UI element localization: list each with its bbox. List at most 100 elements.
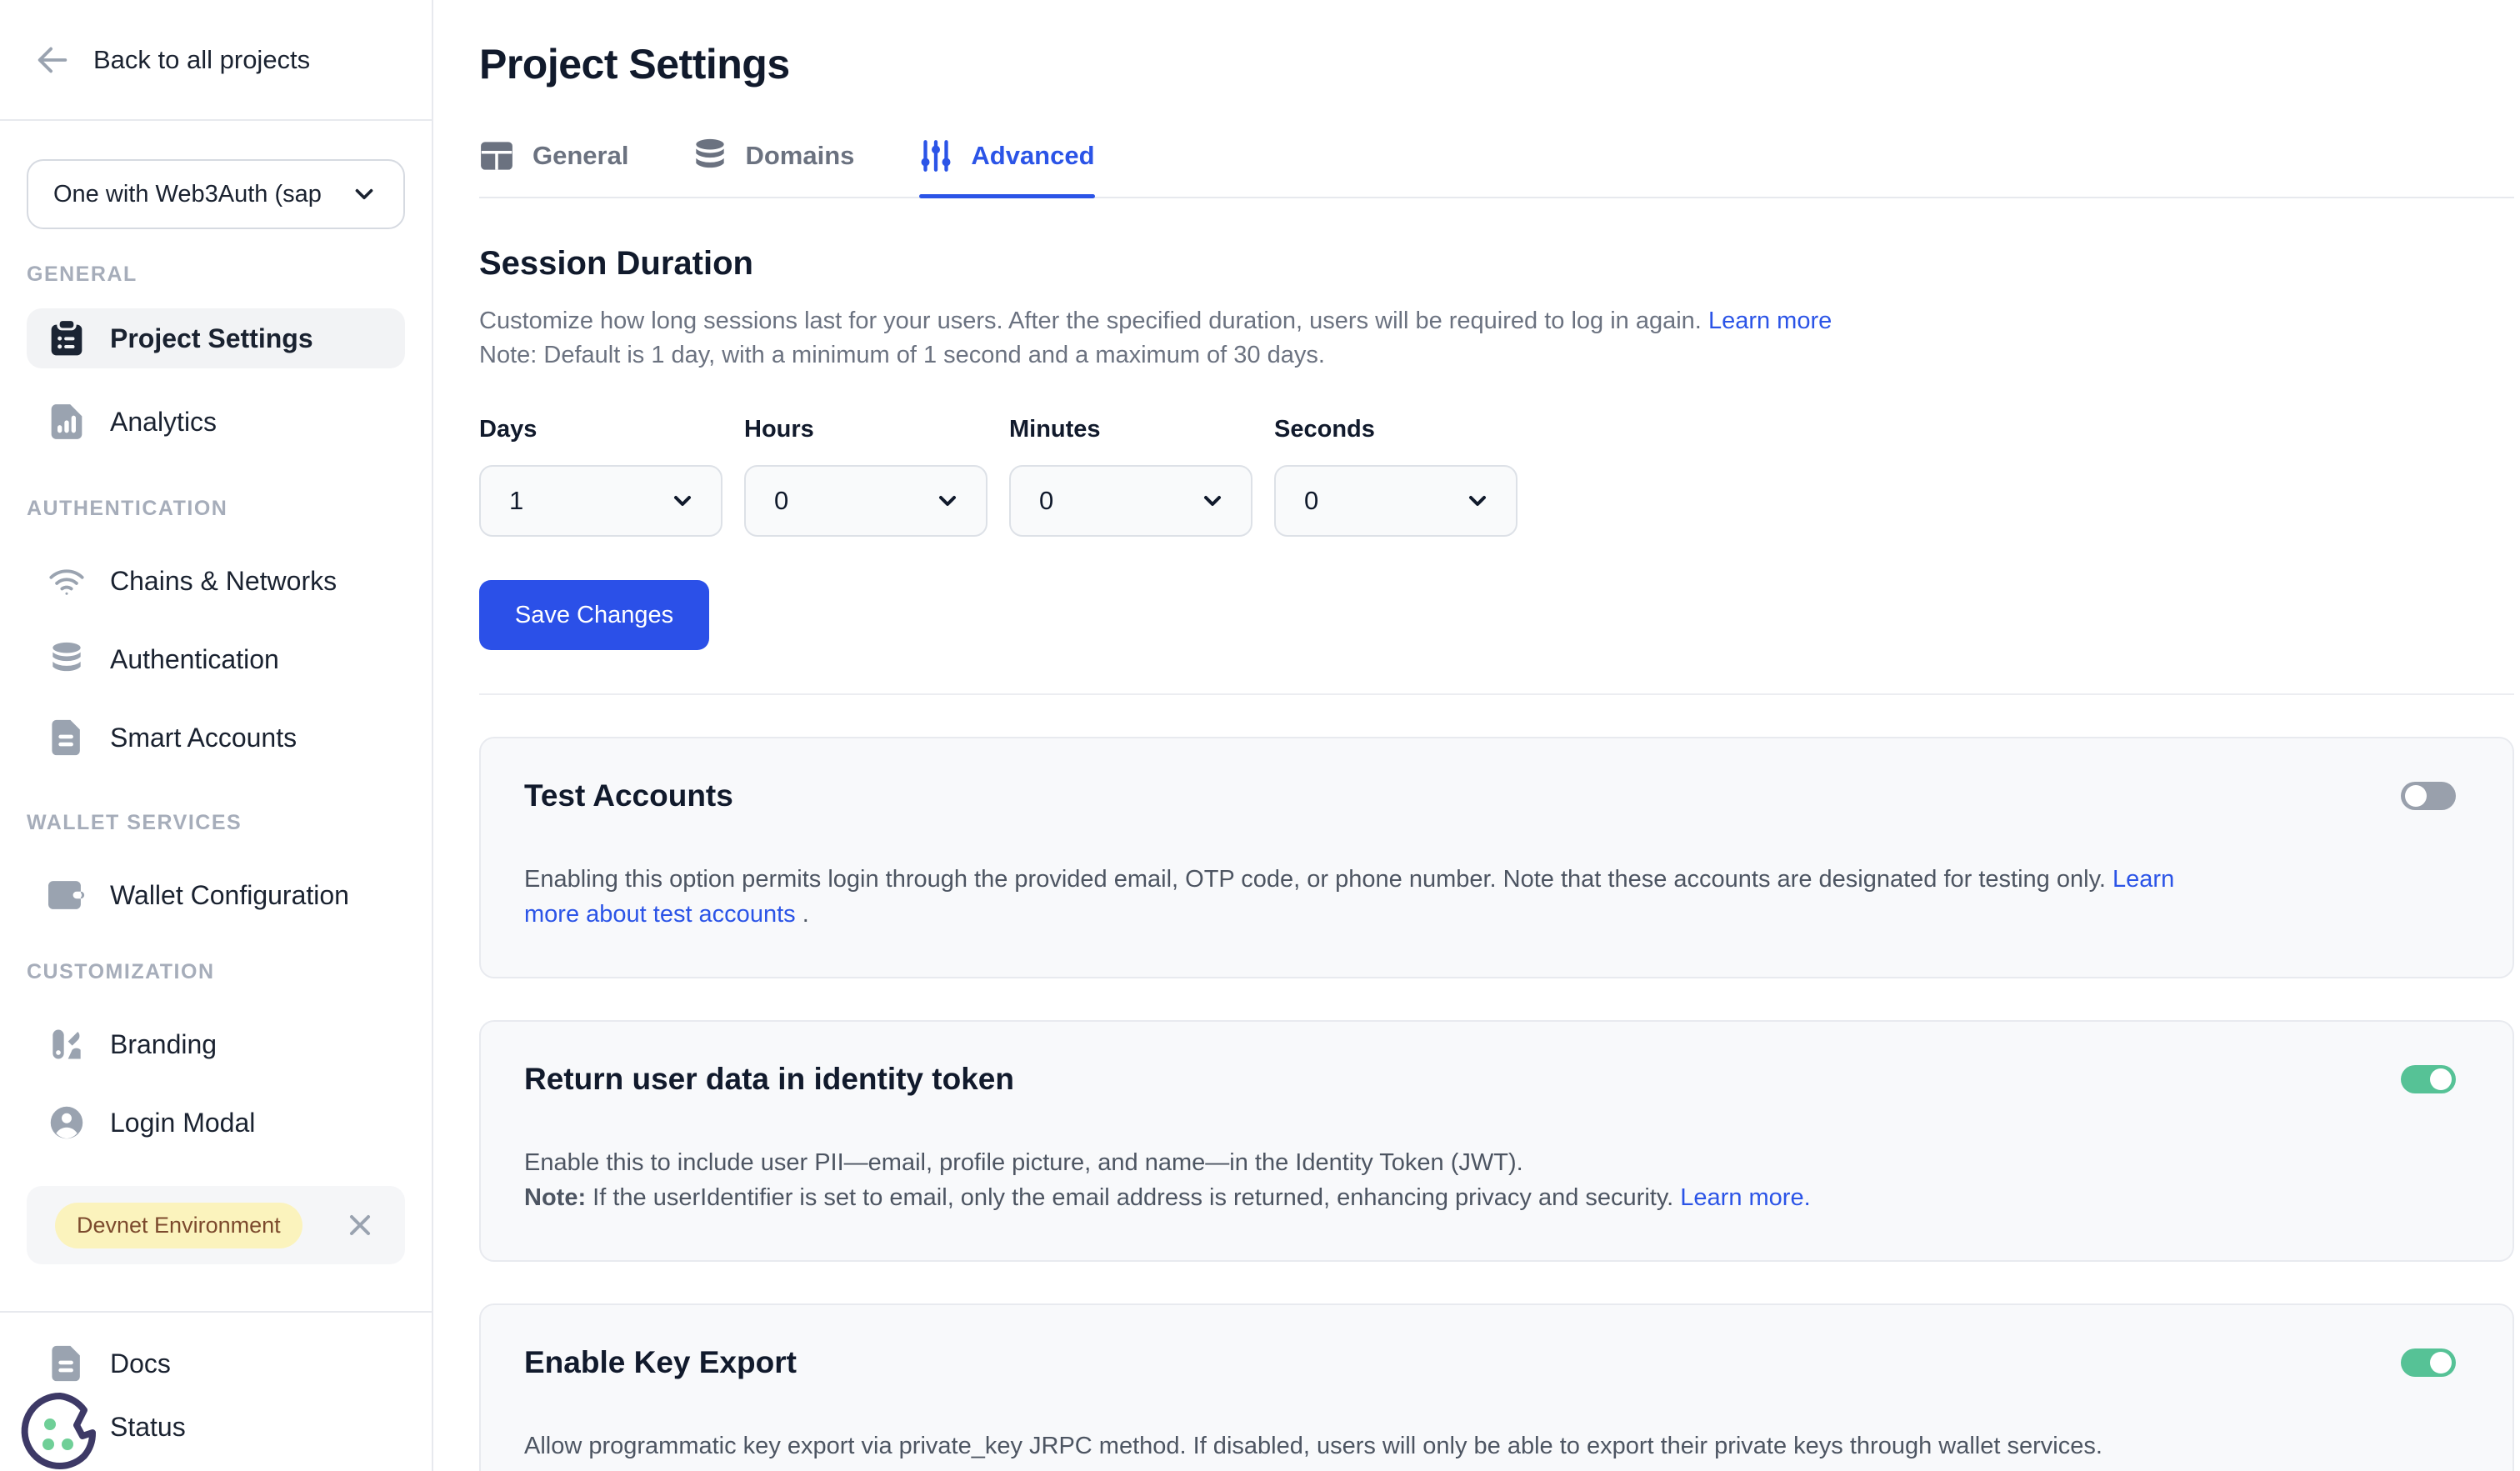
status-label: Status bbox=[110, 1412, 186, 1443]
user-circle-icon bbox=[48, 1105, 85, 1140]
sidebar-item-authentication[interactable]: Authentication bbox=[27, 629, 405, 689]
identity-token-toggle[interactable] bbox=[2401, 1065, 2456, 1093]
test-accounts-toggle[interactable] bbox=[2401, 782, 2456, 810]
seconds-field: Seconds 0 bbox=[1274, 416, 1518, 537]
minutes-value: 0 bbox=[1039, 486, 1053, 516]
toggle-knob bbox=[2405, 785, 2427, 807]
chevron-down-icon bbox=[934, 488, 961, 514]
tab-advanced[interactable]: Advanced bbox=[919, 138, 1094, 197]
minutes-select[interactable]: 0 bbox=[1009, 465, 1252, 537]
seconds-label: Seconds bbox=[1274, 416, 1518, 443]
sidebar-item-branding[interactable]: Branding bbox=[27, 1014, 405, 1074]
identity-token-title: Return user data in identity token bbox=[524, 1062, 1014, 1097]
session-duration-description: Customize how long sessions last for you… bbox=[479, 304, 2514, 373]
section-label-authentication: AUTHENTICATION bbox=[27, 497, 405, 521]
docs-link[interactable]: Docs bbox=[27, 1336, 405, 1391]
identity-token-description: Enable this to include user PII—email, p… bbox=[524, 1145, 2191, 1215]
seconds-select[interactable]: 0 bbox=[1274, 465, 1518, 537]
sidebar-item-label: Chains & Networks bbox=[110, 566, 337, 597]
clipboard-icon bbox=[48, 320, 85, 357]
sidebar-item-label: Login Modal bbox=[110, 1108, 255, 1138]
sidebar-item-label: Branding bbox=[110, 1029, 217, 1060]
sliders-icon bbox=[919, 138, 952, 173]
identity-token-learn-more-link[interactable]: Learn more. bbox=[1680, 1184, 1810, 1211]
section-label-customization: CUSTOMIZATION bbox=[27, 960, 405, 984]
tab-label: Advanced bbox=[971, 141, 1094, 171]
sidebar-item-login-modal[interactable]: Login Modal bbox=[27, 1093, 405, 1153]
section-label-general: GENERAL bbox=[27, 263, 405, 287]
days-select[interactable]: 1 bbox=[479, 465, 722, 537]
project-selector[interactable]: One with Web3Auth (sap bbox=[27, 159, 405, 229]
sidebar-item-label: Smart Accounts bbox=[110, 723, 297, 753]
sidebar-item-label: Authentication bbox=[110, 644, 279, 675]
app-window: Back to all projects One with Web3Auth (… bbox=[0, 0, 2520, 1471]
sidebar-item-label: Analytics bbox=[110, 407, 217, 438]
hours-value: 0 bbox=[774, 486, 788, 516]
wallet-icon bbox=[48, 879, 85, 911]
description-text: If the userIdentifier is set to email, o… bbox=[586, 1184, 1680, 1211]
tab-label: Domains bbox=[745, 141, 854, 171]
toggle-knob bbox=[2430, 1352, 2452, 1373]
main-content: Project Settings General Domains bbox=[433, 0, 2520, 1471]
key-export-toggle[interactable] bbox=[2401, 1348, 2456, 1377]
status-link[interactable]: Status bbox=[27, 1391, 405, 1463]
description-text: Allow programmatic key export via privat… bbox=[524, 1433, 2102, 1459]
key-export-card: Enable Key Export Allow programmatic key… bbox=[479, 1303, 2514, 1471]
session-description-text: Customize how long sessions last for you… bbox=[479, 308, 1702, 334]
page-title: Project Settings bbox=[479, 40, 2514, 88]
key-export-learn-more-link[interactable]: Learn more about key export. bbox=[524, 1468, 840, 1471]
file-icon bbox=[48, 719, 85, 756]
environment-banner: Devnet Environment bbox=[27, 1186, 405, 1264]
days-field: Days 1 bbox=[479, 416, 722, 537]
session-duration-title: Session Duration bbox=[479, 245, 2514, 283]
save-changes-button[interactable]: Save Changes bbox=[479, 580, 709, 650]
minutes-field: Minutes 0 bbox=[1009, 416, 1252, 537]
divider bbox=[479, 693, 2514, 695]
seconds-value: 0 bbox=[1304, 486, 1318, 516]
database-icon bbox=[48, 642, 85, 677]
key-export-title: Enable Key Export bbox=[524, 1345, 797, 1380]
arrow-left-icon bbox=[33, 41, 72, 79]
sidebar-item-chains-networks[interactable]: Chains & Networks bbox=[27, 551, 405, 611]
sidebar-item-label: Wallet Configuration bbox=[110, 880, 349, 911]
back-label: Back to all projects bbox=[93, 45, 310, 75]
grid-icon bbox=[479, 138, 514, 173]
description-text: Enabling this option permits login throu… bbox=[524, 866, 2112, 893]
sidebar-item-wallet-configuration[interactable]: Wallet Configuration bbox=[27, 865, 405, 925]
test-accounts-description: Enabling this option permits login throu… bbox=[524, 862, 2191, 932]
sidebar-item-project-settings[interactable]: Project Settings bbox=[27, 308, 405, 368]
key-export-description: Allow programmatic key export via privat… bbox=[524, 1428, 2191, 1471]
docs-icon bbox=[48, 1345, 85, 1382]
chevron-down-icon bbox=[669, 488, 696, 514]
minutes-label: Minutes bbox=[1009, 416, 1252, 443]
tab-general[interactable]: General bbox=[479, 138, 628, 197]
branding-icon bbox=[48, 1027, 85, 1062]
cookie-icon[interactable] bbox=[20, 1391, 100, 1471]
sidebar-item-smart-accounts[interactable]: Smart Accounts bbox=[27, 708, 405, 768]
hours-label: Hours bbox=[744, 416, 988, 443]
identity-token-card: Return user data in identity token Enabl… bbox=[479, 1020, 2514, 1262]
description-text: Enable this to include user PII—email, p… bbox=[524, 1149, 1523, 1176]
close-icon[interactable] bbox=[343, 1208, 377, 1242]
project-selector-value: One with Web3Auth (sap bbox=[53, 181, 338, 208]
days-value: 1 bbox=[509, 486, 523, 516]
hours-field: Hours 0 bbox=[744, 416, 988, 537]
toggle-knob bbox=[2430, 1068, 2452, 1090]
environment-badge: Devnet Environment bbox=[55, 1203, 302, 1248]
section-label-wallet-services: WALLET SERVICES bbox=[27, 811, 405, 835]
analytics-icon bbox=[48, 403, 85, 440]
sidebar-footer: Docs Status bbox=[0, 1311, 432, 1471]
wifi-icon bbox=[48, 564, 85, 598]
tab-label: General bbox=[532, 141, 628, 171]
session-duration-note: Note: Default is 1 day, with a minimum o… bbox=[479, 342, 1325, 368]
sidebar: Back to all projects One with Web3Auth (… bbox=[0, 0, 433, 1471]
learn-more-link[interactable]: Learn more bbox=[1708, 308, 1832, 334]
chevron-down-icon bbox=[1199, 488, 1226, 514]
hours-select[interactable]: 0 bbox=[744, 465, 988, 537]
sidebar-item-analytics[interactable]: Analytics bbox=[27, 392, 405, 452]
database-icon bbox=[693, 138, 727, 173]
description-text: . bbox=[796, 901, 809, 928]
back-to-projects-link[interactable]: Back to all projects bbox=[0, 0, 432, 121]
test-accounts-title: Test Accounts bbox=[524, 778, 733, 813]
tab-domains[interactable]: Domains bbox=[693, 138, 854, 197]
